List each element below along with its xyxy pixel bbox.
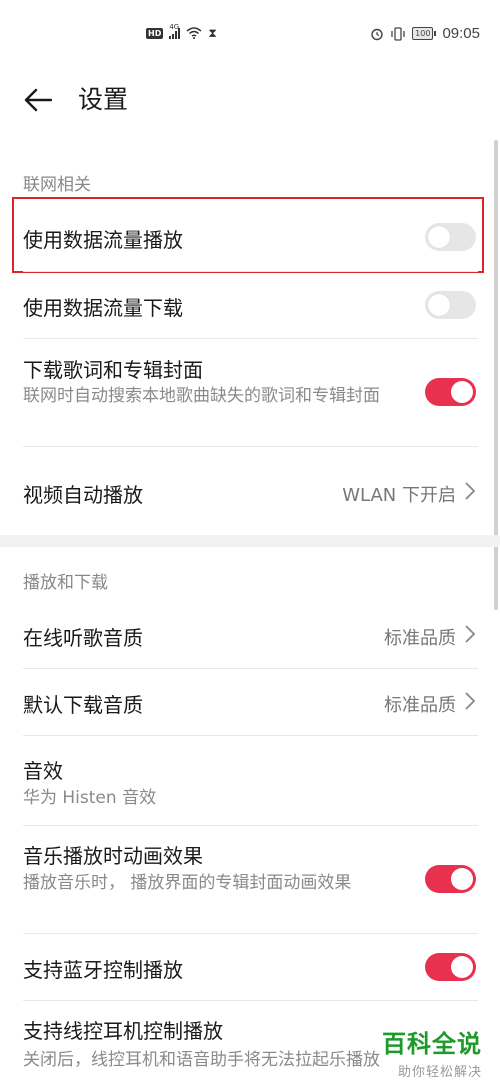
watermark-title: 百科全说 <box>382 1030 482 1058</box>
row-title: 音乐播放时动画效果 <box>23 844 203 868</box>
row-subtitle: 关闭后，线控耳机和语音助手将无法拉起乐播放 <box>23 1050 380 1070</box>
row-value: 标准品质 <box>384 628 456 649</box>
row-value: WLAN 下开启 <box>342 485 456 506</box>
row-mobile-data-download[interactable]: 使用数据流量下载 <box>0 272 500 338</box>
highlight-box <box>12 197 484 273</box>
chevron-right-icon <box>465 692 476 710</box>
vibrate-icon <box>391 26 405 41</box>
section-label-playback: 播放和下载 <box>23 573 108 593</box>
row-subtitle: 播放音乐时， 播放界面的专辑封面动画效果 <box>23 873 352 893</box>
status-right: 100 09:05 <box>370 25 480 42</box>
page-title: 设置 <box>78 85 129 114</box>
lyrics-cover-toggle[interactable] <box>425 378 476 406</box>
row-title: 支持蓝牙控制播放 <box>23 958 183 982</box>
row-animation-effect[interactable]: 音乐播放时动画效果 播放音乐时， 播放界面的专辑封面动画效果 <box>0 826 500 933</box>
bluetooth-control-toggle[interactable] <box>425 953 476 981</box>
watermark-subtitle: 助你轻松解决 <box>397 1065 482 1080</box>
back-arrow-icon <box>24 88 52 112</box>
page-header: 设置 <box>0 72 500 128</box>
mobile-data-download-toggle[interactable] <box>425 291 476 319</box>
hd-icon: HD <box>146 27 164 39</box>
row-subtitle: 华为 Histen 音效 <box>23 788 157 808</box>
row-subtitle: 联网时自动搜索本地歌曲缺失的歌词和专辑封面 <box>23 386 380 406</box>
row-title: 下载歌词和专辑封面 <box>23 358 203 382</box>
row-online-quality[interactable]: 在线听歌音质 标准品质 <box>0 602 500 668</box>
watermark-logo: 百科全说 助你轻松解决 <box>382 1024 482 1080</box>
row-sound-effect[interactable]: 音效 华为 Histen 音效 <box>0 736 500 825</box>
alarm-icon <box>371 28 383 40</box>
row-title: 使用数据流量下载 <box>23 296 183 320</box>
row-title: 在线听歌音质 <box>23 626 143 650</box>
row-title: 默认下载音质 <box>23 693 143 717</box>
row-title: 音效 <box>23 759 63 783</box>
row-value: 标准品质 <box>384 695 456 716</box>
animation-effect-toggle[interactable] <box>425 865 476 893</box>
row-bluetooth-control[interactable]: 支持蓝牙控制播放 <box>0 934 500 1000</box>
status-bar: HD 4G ⧗ 100 09:05 <box>0 0 500 72</box>
chevron-right-icon <box>465 482 476 500</box>
row-video-autoplay[interactable]: 视频自动播放 WLAN 下开启 <box>0 447 500 535</box>
wifi-icon <box>186 27 202 39</box>
status-left: HD 4G ⧗ <box>146 23 217 40</box>
clock: 09:05 <box>442 25 480 42</box>
hourglass-icon: ⧗ <box>208 26 217 40</box>
row-title: 视频自动播放 <box>23 483 143 507</box>
back-button[interactable] <box>22 84 54 116</box>
network-type: 4G <box>169 23 180 31</box>
row-title: 支持线控耳机控制播放 <box>23 1019 223 1043</box>
row-download-quality[interactable]: 默认下载音质 标准品质 <box>0 669 500 735</box>
section-label-network: 联网相关 <box>23 175 91 195</box>
row-lyrics-cover[interactable]: 下载歌词和专辑封面 联网时自动搜索本地歌曲缺失的歌词和专辑封面 <box>0 339 500 446</box>
battery-icon: 100 <box>412 27 437 40</box>
cellular-signal-icon: 4G <box>169 23 181 39</box>
chevron-right-icon <box>465 625 476 643</box>
section-gap <box>0 535 500 547</box>
battery-level: 100 <box>412 27 434 40</box>
